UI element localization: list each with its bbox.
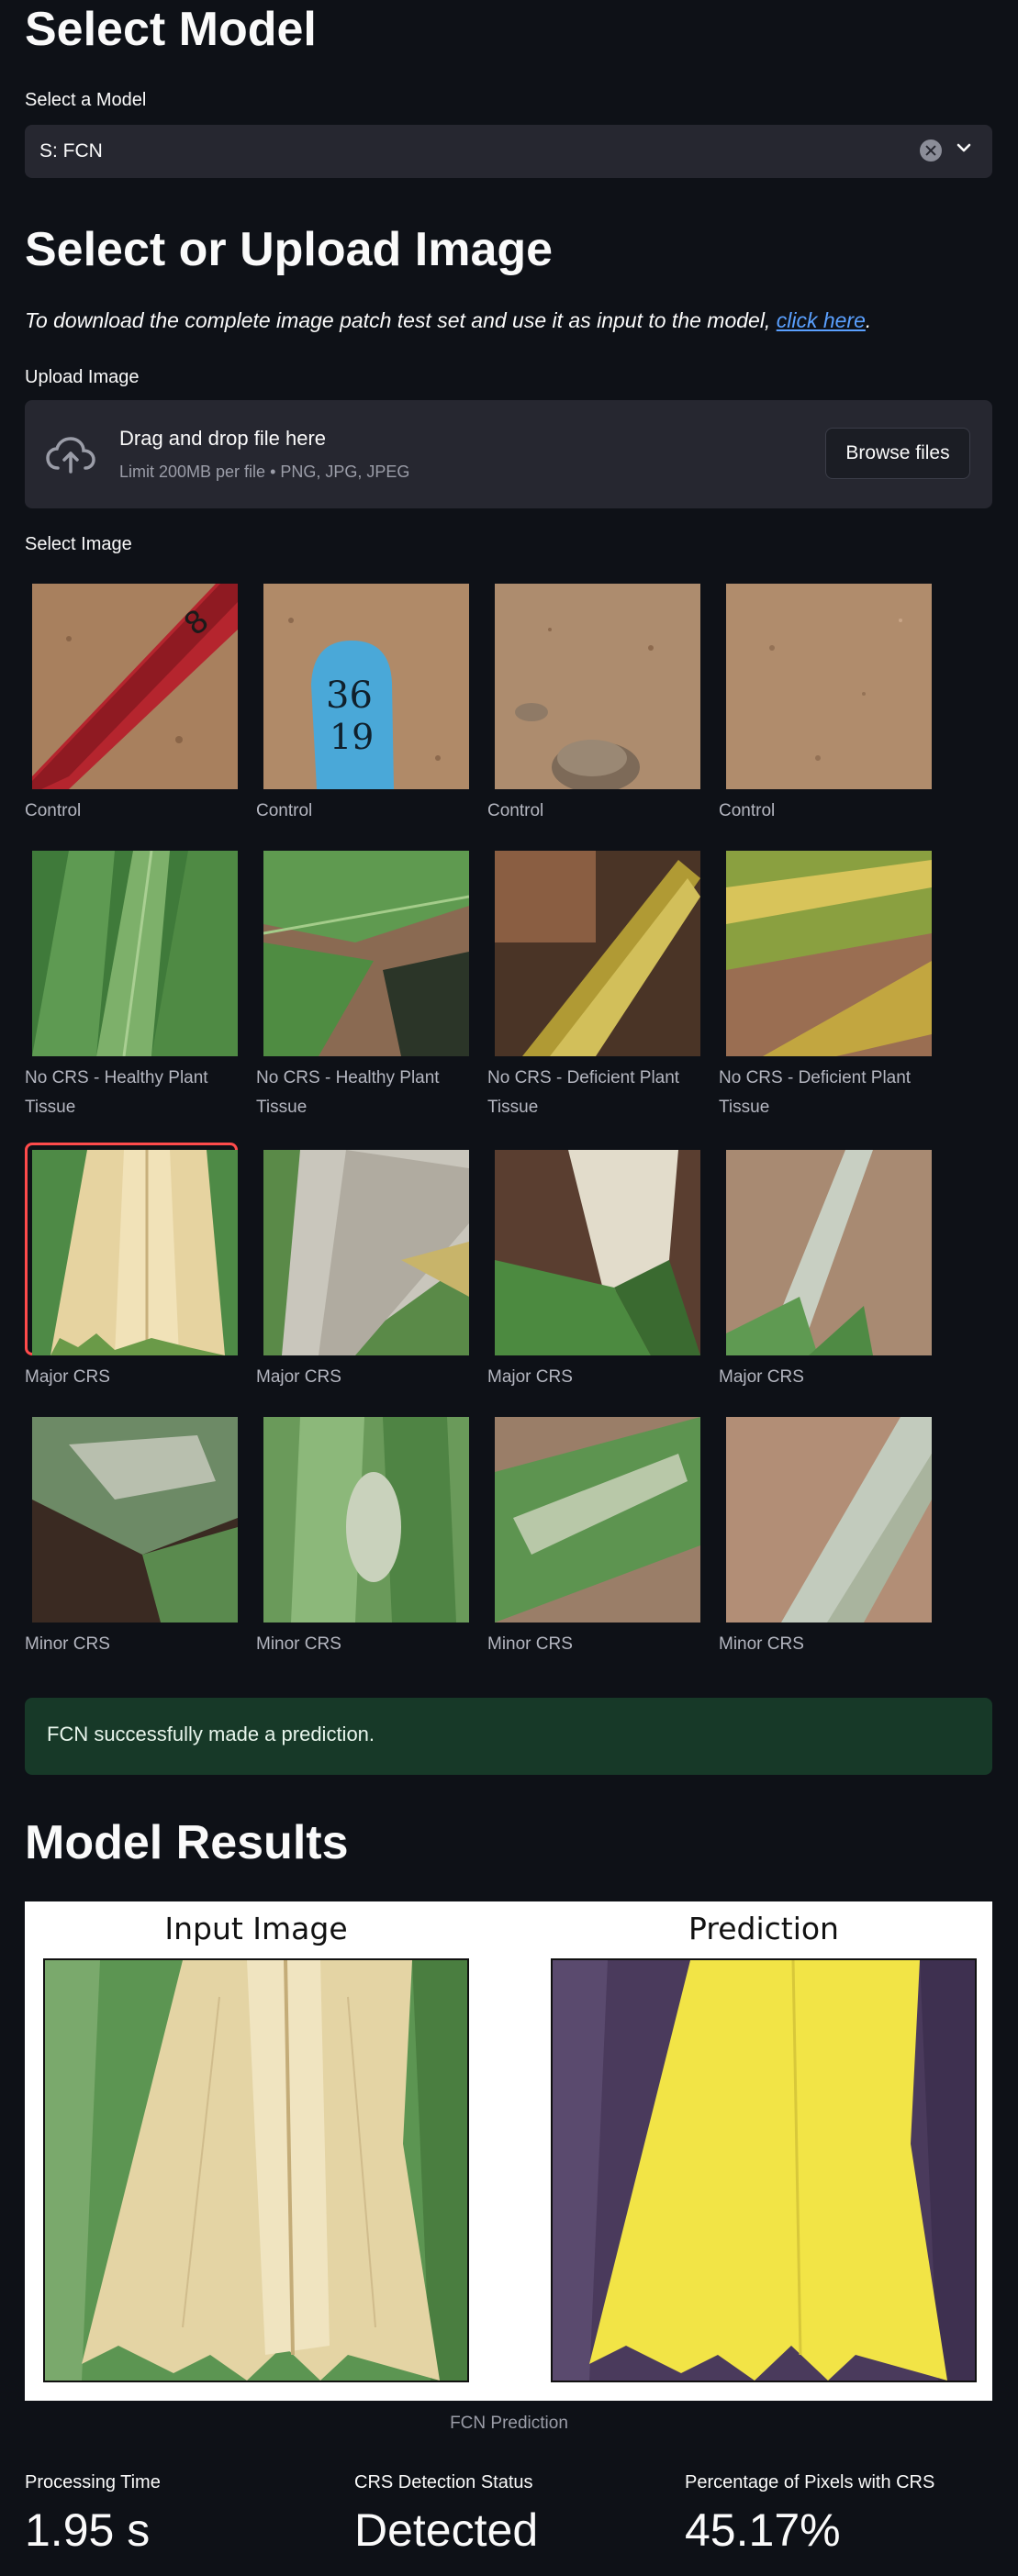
metric-label-crs-percentage: Percentage of Pixels with CRS: [685, 2472, 935, 2492]
figure-caption: FCN Prediction: [450, 2414, 568, 2433]
gallery-thumb[interactable]: [487, 1410, 700, 1623]
cloud-upload-icon: [46, 437, 95, 474]
input-image: [43, 1958, 469, 2382]
select-image-label: Select Image: [25, 534, 132, 554]
soil-plain-image: [726, 584, 932, 789]
gallery-caption: Control: [719, 801, 776, 820]
upload-label: Upload Image: [25, 367, 140, 387]
download-link[interactable]: click here: [777, 308, 866, 332]
gallery-caption: No CRS - Healthy Plant Tissue: [256, 1068, 440, 1117]
success-alert: FCN successfully made a prediction.: [25, 1698, 992, 1775]
download-intro-text: To download the complete image patch tes…: [25, 308, 777, 332]
soil-rocks-image: [495, 584, 700, 789]
gallery-caption: Major CRS: [25, 1367, 110, 1387]
gallery-caption: No CRS - Healthy Plant Tissue: [25, 1068, 208, 1117]
chevron-down-icon[interactable]: [954, 138, 974, 158]
metric-value-processing-time: 1.95 s: [25, 2504, 151, 2556]
gallery-caption: Minor CRS: [487, 1634, 573, 1654]
metric-label-detection-status: CRS Detection Status: [354, 2472, 533, 2492]
clear-icon[interactable]: [920, 139, 942, 162]
minor-crs-leaf-image: [495, 1417, 700, 1623]
gallery-thumb[interactable]: 8: [25, 576, 238, 789]
tag-text-2: 19: [330, 717, 374, 757]
gallery-thumb[interactable]: [256, 1143, 469, 1355]
gallery-thumb[interactable]: [487, 1143, 700, 1355]
image-heading: Select or Upload Image: [25, 223, 554, 276]
tag-text-1: 36: [326, 675, 373, 717]
healthy-leaf-image: [32, 851, 238, 1056]
model-select-value: S: FCN: [39, 140, 103, 162]
soil-tag-image: 36 19: [263, 584, 469, 789]
model-select[interactable]: S: FCN: [25, 125, 992, 178]
minor-crs-leaf-image: [263, 1417, 469, 1623]
gallery-caption: Major CRS: [719, 1367, 804, 1387]
gallery-thumb[interactable]: [487, 843, 700, 1056]
gallery-caption: Control: [25, 801, 82, 820]
gallery-thumb-selected[interactable]: [25, 1143, 238, 1355]
metric-value-detection-status: Detected: [354, 2504, 539, 2556]
file-dropzone[interactable]: Drag and drop file here Limit 200MB per …: [25, 400, 992, 508]
gallery-caption: No CRS - Deficient Plant Tissue: [719, 1068, 912, 1117]
gallery-thumb[interactable]: [25, 843, 238, 1056]
gallery-caption: Control: [487, 801, 544, 820]
gallery-caption: Minor CRS: [256, 1634, 341, 1654]
gallery-thumb[interactable]: 36 19: [256, 576, 469, 789]
deficient-leaf-stripes-image: [726, 851, 932, 1056]
input-image-title: Input Image: [164, 1911, 348, 1946]
gallery-thumb[interactable]: [256, 1410, 469, 1623]
gallery-caption: Minor CRS: [25, 1634, 110, 1654]
soil-stake-image: 8: [32, 584, 238, 789]
major-crs-leaf-image: [726, 1150, 932, 1355]
gallery-caption: Major CRS: [256, 1367, 341, 1387]
deficient-leaf-image: [495, 851, 700, 1056]
gallery-caption: Control: [256, 801, 313, 820]
download-intro-end: .: [865, 308, 872, 332]
download-intro: To download the complete image patch tes…: [25, 308, 871, 333]
metric-value-crs-percentage: 45.17%: [685, 2504, 841, 2556]
gallery-thumb[interactable]: [487, 576, 700, 789]
results-figure: Input Image Prediction: [25, 1901, 992, 2401]
major-crs-leaf-image: [32, 1150, 238, 1355]
metric-label-processing-time: Processing Time: [25, 2472, 161, 2492]
gallery-caption: Minor CRS: [719, 1634, 804, 1654]
prediction-mask: [551, 1958, 977, 2382]
gallery-thumb[interactable]: [719, 843, 932, 1056]
major-crs-leaf-image: [263, 1150, 469, 1355]
results-heading: Model Results: [25, 1816, 349, 1869]
success-message: FCN successfully made a prediction.: [47, 1723, 375, 1745]
dropzone-limits: Limit 200MB per file • PNG, JPG, JPEG: [119, 463, 410, 481]
gallery-thumb[interactable]: [25, 1410, 238, 1623]
gallery-thumb[interactable]: [256, 843, 469, 1056]
gallery-caption: Major CRS: [487, 1367, 573, 1387]
minor-crs-leaf-image: [726, 1417, 932, 1623]
gallery-thumb[interactable]: [719, 576, 932, 789]
gallery-thumb[interactable]: [719, 1143, 932, 1355]
gallery-thumb[interactable]: [719, 1410, 932, 1623]
model-select-label: Select a Model: [25, 90, 147, 110]
healthy-leaf-shadow-image: [263, 851, 469, 1056]
dropzone-title: Drag and drop file here: [119, 427, 327, 450]
gallery-caption: No CRS - Deficient Plant Tissue: [487, 1068, 680, 1117]
model-heading: Select Model: [25, 3, 317, 56]
prediction-title: Prediction: [688, 1911, 839, 1946]
browse-files-button[interactable]: Browse files: [825, 428, 970, 479]
minor-crs-leaf-image: [32, 1417, 238, 1623]
major-crs-leaf-image: [495, 1150, 700, 1355]
